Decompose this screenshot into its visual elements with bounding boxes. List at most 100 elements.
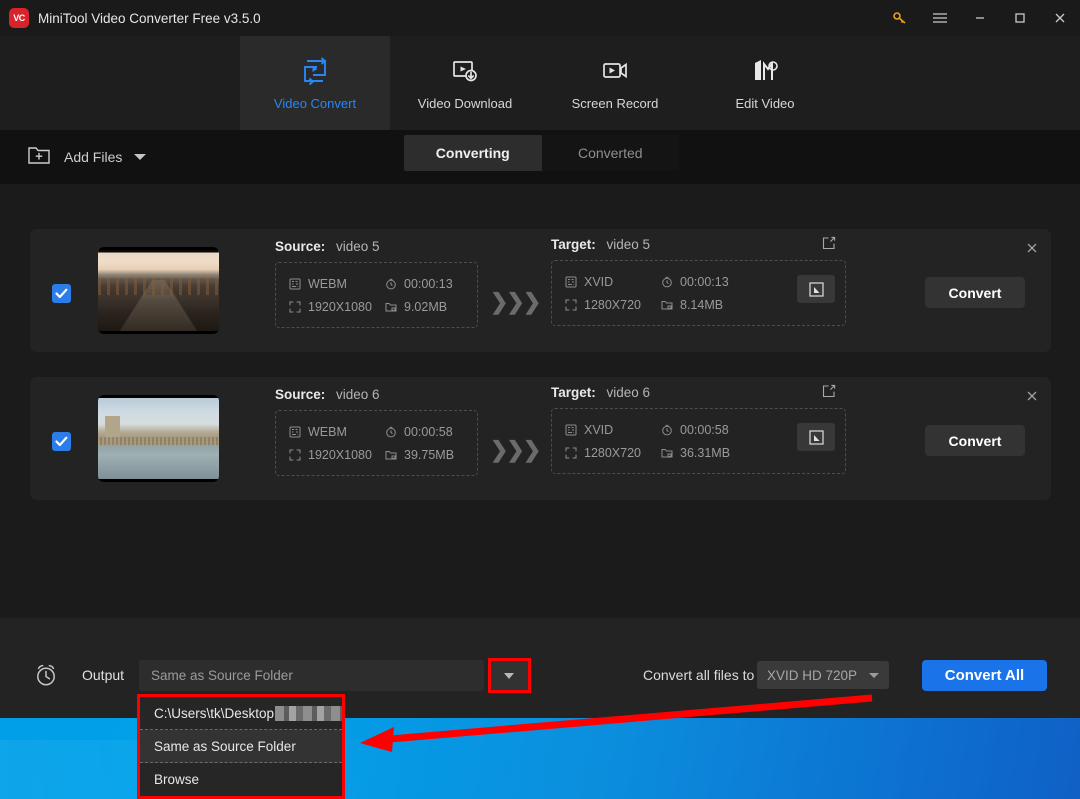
- target-size-cell: 8.14MB: [660, 298, 723, 312]
- crop-video-button[interactable]: [797, 275, 835, 303]
- target-row-1: XVID 00:00:13: [564, 270, 833, 293]
- target-duration-cell: 00:00:58: [660, 423, 729, 437]
- add-files-label: Add Files: [64, 149, 123, 165]
- app-logo-icon: VC: [9, 8, 29, 28]
- source-row-1: WEBM 00:00:58: [288, 420, 465, 443]
- target-format-cell: XVID: [564, 275, 660, 289]
- target-row-2: 1280X720 8.14MB: [564, 293, 833, 316]
- tab-video-download[interactable]: Video Download: [390, 36, 540, 130]
- tab-label: Video Download: [417, 95, 513, 111]
- resolution-icon: [288, 448, 301, 461]
- add-files-button[interactable]: Add Files: [28, 145, 147, 170]
- tab-converted[interactable]: Converted: [542, 135, 680, 171]
- tab-screen-record[interactable]: Screen Record: [540, 36, 690, 130]
- target-header: Target: video 5: [551, 236, 846, 253]
- chevron-down-icon: [869, 672, 879, 678]
- output-path-dropdown-menu: C:\Users\tk\Desktop Same as Source Folde…: [137, 694, 345, 799]
- video-thumbnail: [98, 395, 219, 482]
- convert-all-button[interactable]: Convert All: [922, 660, 1047, 691]
- tab-video-convert[interactable]: Video Convert: [240, 36, 390, 130]
- video-thumbnail: [98, 247, 219, 334]
- target-resolution: 1280X720: [584, 297, 642, 312]
- tab-edit-video[interactable]: Edit Video: [690, 36, 840, 130]
- target-row-2: 1280X720 36.31MB: [564, 441, 833, 464]
- table-row[interactable]: Source: video 5 WEBM 00:00:13 1920X1080 …: [30, 229, 1051, 352]
- chevron-down-icon[interactable]: [134, 154, 147, 160]
- clock-icon: [384, 425, 397, 438]
- target-duration: 00:00:13: [680, 274, 729, 289]
- target-format: XVID: [584, 274, 614, 289]
- source-duration-cell: 00:00:13: [384, 277, 453, 291]
- clock-icon: [660, 275, 673, 288]
- source-duration: 00:00:58: [404, 424, 453, 439]
- source-panel: Source: video 6 WEBM 00:00:58 1920X1080 …: [275, 387, 478, 476]
- source-resolution: 1920X1080: [308, 299, 372, 314]
- target-label: Target:: [551, 237, 596, 252]
- source-size-cell: 9.02MB: [384, 300, 447, 314]
- add-folder-icon: [28, 145, 52, 170]
- dropdown-item-label: Same as Source Folder: [154, 738, 296, 754]
- minimize-icon[interactable]: [960, 0, 1000, 36]
- source-resolution-cell: 1920X1080: [288, 448, 384, 462]
- annotation-highlight-box: [488, 658, 531, 693]
- edit-video-icon: [750, 56, 780, 86]
- target-resolution-cell: 1280X720: [564, 298, 660, 312]
- resolution-icon: [564, 298, 577, 311]
- convert-button[interactable]: Convert: [925, 277, 1025, 308]
- hamburger-menu-icon[interactable]: [920, 0, 960, 36]
- dropdown-item-label: C:\Users\tk\Desktop: [154, 705, 275, 721]
- key-icon[interactable]: [880, 0, 920, 36]
- source-name: video 5: [336, 239, 380, 254]
- source-format-cell: WEBM: [288, 277, 384, 291]
- source-row-1: WEBM 00:00:13: [288, 272, 465, 295]
- conversion-arrows-icon: ❯❯❯: [490, 437, 541, 462]
- target-resolution: 1280X720: [584, 445, 642, 460]
- source-panel: Source: video 5 WEBM 00:00:13 1920X1080 …: [275, 239, 478, 328]
- video-download-icon: [450, 56, 480, 86]
- target-row-1: XVID 00:00:58: [564, 418, 833, 441]
- format-icon: [564, 275, 577, 288]
- resolution-icon: [564, 446, 577, 459]
- source-info-box: WEBM 00:00:58 1920X1080 39.75MB: [275, 410, 478, 476]
- preset-select[interactable]: XVID HD 720P: [757, 661, 889, 689]
- close-icon[interactable]: [1040, 0, 1080, 36]
- format-icon: [288, 425, 301, 438]
- target-duration: 00:00:58: [680, 422, 729, 437]
- tab-label: Video Convert: [273, 95, 357, 111]
- filesize-icon: [660, 446, 673, 459]
- target-info-box: XVID 00:00:13 1280X720 8.14MB: [551, 260, 846, 326]
- target-header: Target: video 6: [551, 384, 846, 401]
- dropdown-item-same-as-source[interactable]: Same as Source Folder: [140, 730, 342, 763]
- convert-button[interactable]: Convert: [925, 425, 1025, 456]
- filesize-icon: [384, 448, 397, 461]
- screen-record-icon: [600, 56, 630, 86]
- target-size-cell: 36.31MB: [660, 446, 730, 460]
- table-row[interactable]: Source: video 6 WEBM 00:00:58 1920X1080 …: [30, 377, 1051, 500]
- window-controls: [880, 0, 1080, 36]
- conversion-arrows-icon: ❯❯❯: [490, 289, 541, 314]
- dropdown-item-browse[interactable]: Browse: [140, 763, 342, 796]
- video-convert-icon: [300, 56, 330, 86]
- target-name: video 5: [606, 237, 651, 252]
- redacted-text-block: [275, 705, 342, 721]
- remove-file-button[interactable]: [1025, 241, 1039, 260]
- target-size: 8.14MB: [680, 297, 724, 312]
- source-size: 39.75MB: [404, 447, 455, 462]
- output-path-input[interactable]: Same as Source Folder: [139, 660, 484, 691]
- target-format: XVID: [584, 422, 614, 437]
- remove-file-button[interactable]: [1025, 389, 1039, 408]
- source-format: WEBM: [308, 276, 347, 291]
- edit-icon[interactable]: [822, 384, 836, 401]
- dropdown-item-desktop-path[interactable]: C:\Users\tk\Desktop: [140, 697, 342, 730]
- source-row-2: 1920X1080 39.75MB: [288, 443, 465, 466]
- source-info-box: WEBM 00:00:13 1920X1080 9.02MB: [275, 262, 478, 328]
- file-checkbox[interactable]: [52, 432, 71, 451]
- file-checkbox[interactable]: [52, 284, 71, 303]
- crop-video-button[interactable]: [797, 423, 835, 451]
- alarm-clock-icon[interactable]: [33, 662, 59, 693]
- format-icon: [564, 423, 577, 436]
- maximize-icon[interactable]: [1000, 0, 1040, 36]
- edit-icon[interactable]: [822, 236, 836, 253]
- main-nav: Video Convert Video Download Screen Reco…: [0, 36, 1080, 130]
- tab-converting[interactable]: Converting: [404, 135, 542, 171]
